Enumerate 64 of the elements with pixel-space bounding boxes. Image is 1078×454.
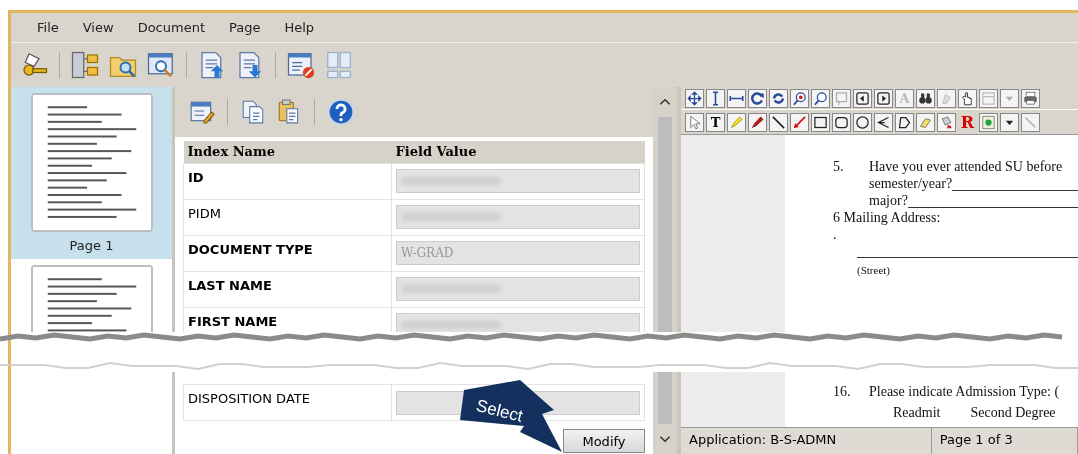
- hand-icon[interactable]: [960, 90, 975, 106]
- scroll-thumb[interactable]: [658, 372, 672, 424]
- polygon-icon[interactable]: [897, 114, 912, 130]
- modify-button[interactable]: Modify: [563, 429, 645, 453]
- menu-item[interactable]: View: [72, 20, 128, 35]
- line-icon[interactable]: [771, 114, 786, 130]
- refresh-icon[interactable]: [771, 90, 786, 106]
- item-number: 5.: [833, 159, 845, 176]
- text-box-tool[interactable]: T: [706, 112, 725, 132]
- zoom-out-icon[interactable]: [813, 90, 828, 106]
- menu-item[interactable]: File: [27, 20, 73, 35]
- value-field[interactable]: [396, 169, 640, 193]
- status-text: Application: B-S-ADMN: [681, 428, 932, 454]
- stamp-image-icon[interactable]: [981, 114, 996, 130]
- field-caption: (Street): [857, 264, 890, 276]
- item-number: 16.: [833, 384, 852, 401]
- table-cell: PIDM: [183, 199, 392, 235]
- database-tree-icon[interactable]: [70, 50, 100, 80]
- scroll-thumb[interactable]: [658, 117, 672, 332]
- option-label: Second Degree: [970, 405, 1056, 421]
- marker-icon[interactable]: [750, 114, 765, 130]
- copy-icon[interactable]: [240, 99, 266, 125]
- fill-in-line[interactable]: [857, 256, 1078, 258]
- form-question: major?: [869, 193, 908, 210]
- pointer-icon[interactable]: [687, 114, 702, 130]
- next-page-icon[interactable]: [876, 90, 891, 106]
- form-question: Please indicate Admission Type: (: [869, 384, 1060, 401]
- form-text: 6 Mailing Address:: [833, 210, 942, 227]
- form-question: semester/year?: [869, 176, 953, 193]
- rounded-rectangle-icon[interactable]: [834, 114, 849, 130]
- zoom-in-icon[interactable]: [792, 90, 807, 106]
- window-search-icon[interactable]: [146, 50, 176, 80]
- rotate-icon[interactable]: [750, 90, 765, 106]
- form-text: .: [833, 227, 838, 244]
- edit-form-icon[interactable]: [189, 99, 215, 125]
- menu-item[interactable]: Page: [219, 20, 275, 35]
- list-cancel-icon[interactable]: [286, 50, 316, 80]
- redact-tool[interactable]: R: [958, 112, 977, 132]
- help-icon[interactable]: [327, 98, 355, 126]
- value-field[interactable]: [396, 313, 640, 332]
- printer-icon[interactable]: [1023, 90, 1038, 106]
- paint-bucket-icon[interactable]: [939, 114, 954, 130]
- value-field[interactable]: [396, 205, 640, 229]
- rectangle-icon[interactable]: [813, 114, 828, 130]
- arrow-icon[interactable]: [792, 114, 807, 130]
- menu-item[interactable]: Help: [274, 20, 329, 35]
- page-thumbnail[interactable]: Page 1: [11, 87, 172, 259]
- polyline-icon[interactable]: [876, 114, 891, 130]
- option-label: Readmit: [893, 405, 941, 421]
- fit-page-icon[interactable]: [687, 90, 702, 106]
- value-field[interactable]: [396, 277, 640, 301]
- column-header: Index Name: [183, 141, 392, 163]
- ellipse-icon[interactable]: [855, 114, 870, 130]
- table-cell: LAST NAME: [183, 271, 392, 307]
- thumbnail-label: Page 1: [69, 238, 114, 253]
- form-question: Have you ever attended SU before: [869, 159, 1063, 176]
- callout-label: Select: [474, 395, 525, 426]
- menu-item[interactable]: Document: [127, 20, 219, 35]
- column-header: Field Value: [391, 141, 645, 163]
- table-cell: DOCUMENT TYPE: [183, 235, 392, 271]
- table-cell: DISPOSITION DATE: [183, 384, 392, 421]
- status-text: Page 1 of 3: [931, 428, 1078, 454]
- previous-page-icon[interactable]: [855, 90, 870, 106]
- table-cell: ID: [183, 163, 392, 199]
